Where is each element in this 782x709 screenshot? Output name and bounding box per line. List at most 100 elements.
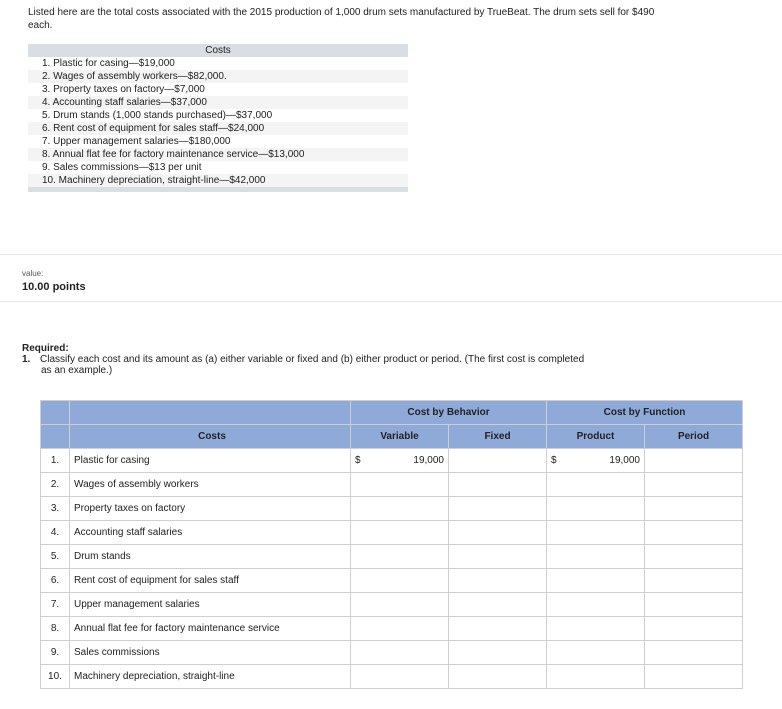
variable-example-cell: $19,000 [350, 448, 449, 473]
classification-table: Cost by Behavior Cost by Function Costs … [40, 400, 743, 689]
table-row: 5. Drum stands [40, 544, 743, 569]
period-input[interactable] [644, 544, 743, 569]
fixed-input[interactable] [448, 592, 547, 617]
intro-text: Listed here are the total costs associat… [28, 7, 655, 31]
row-number: 3. [40, 496, 70, 521]
costs-list: 1. Plastic for casing—$19,000 2. Wages o… [28, 57, 408, 187]
row-cost: Property taxes on factory [69, 496, 351, 521]
row-number: 7. [40, 592, 70, 617]
row-cost: Sales commissions [69, 640, 351, 665]
row-cost: Drum stands [69, 544, 351, 569]
cost-item: 7. Upper management salaries—$180,000 [42, 136, 231, 147]
table-row: 6. Rent cost of equipment for sales staf… [40, 568, 743, 593]
header-costs: Costs [69, 424, 351, 449]
variable-input[interactable] [350, 592, 449, 617]
product-input[interactable] [546, 592, 645, 617]
cost-item: 9. Sales commissions—$13 per unit [42, 162, 202, 173]
period-input[interactable] [644, 592, 743, 617]
period-input[interactable] [644, 568, 743, 593]
table-row: 4. Accounting staff salaries [40, 520, 743, 545]
product-input[interactable] [546, 520, 645, 545]
costs-box: Costs 1. Plastic for casing—$19,000 2. W… [28, 44, 408, 192]
row-number: 9. [40, 640, 70, 665]
period-cell [644, 448, 743, 473]
fixed-input[interactable] [448, 544, 547, 569]
row-cost: Upper management salaries [69, 592, 351, 617]
instruction-line-1: Classify each cost and its amount as (a)… [40, 354, 585, 365]
product-input[interactable] [546, 640, 645, 665]
cost-item: 5. Drum stands (1,000 stands purchased)—… [42, 110, 273, 121]
required-heading: Required: [22, 343, 69, 354]
header-fixed: Fixed [448, 424, 547, 449]
product-input[interactable] [546, 472, 645, 497]
header-cost-by-behavior: Cost by Behavior [350, 400, 547, 425]
row-cost: Accounting staff salaries [69, 520, 351, 545]
fixed-input[interactable] [448, 616, 547, 641]
variable-input[interactable] [350, 664, 449, 689]
row-number: 10. [40, 664, 70, 689]
variable-input[interactable] [350, 640, 449, 665]
period-input[interactable] [644, 496, 743, 521]
currency-symbol: $ [355, 455, 361, 466]
costs-box-footer [28, 187, 408, 192]
problem-statement: Listed here are the total costs associat… [0, 0, 782, 254]
header-product: Product [546, 424, 645, 449]
fixed-input[interactable] [448, 640, 547, 665]
fixed-input[interactable] [448, 664, 547, 689]
row-cost: Wages of assembly workers [69, 472, 351, 497]
cost-item: 4. Accounting staff salaries—$37,000 [28, 96, 408, 109]
header-cost-by-function: Cost by Function [546, 400, 743, 425]
product-example-value: 19,000 [609, 455, 640, 466]
table-row: 9. Sales commissions [40, 640, 743, 665]
header-blank [40, 400, 70, 425]
product-example-cell: $19,000 [546, 448, 645, 473]
value-panel: value: 10.00 points [0, 254, 782, 302]
header-blank-2 [40, 424, 70, 449]
product-input[interactable] [546, 664, 645, 689]
fixed-input[interactable] [448, 472, 547, 497]
variable-input[interactable] [350, 496, 449, 521]
cost-item: 10. Machinery depreciation, straight-lin… [28, 174, 408, 187]
variable-input[interactable] [350, 544, 449, 569]
fixed-cell [448, 448, 547, 473]
fixed-input[interactable] [448, 520, 547, 545]
row-cost: Rent cost of equipment for sales staff [69, 568, 351, 593]
cost-item: 2. Wages of assembly workers—$82,000. [28, 70, 408, 83]
costs-box-header: Costs [28, 44, 408, 57]
cost-item: 6. Rent cost of equipment for sales staf… [28, 122, 408, 135]
required-instruction: 1. Classify each cost and its amount as (… [22, 354, 682, 376]
table-row: 2. Wages of assembly workers [40, 472, 743, 497]
period-input[interactable] [644, 616, 743, 641]
instruction-line-2: as an example.) [41, 365, 113, 376]
currency-symbol: $ [551, 455, 557, 466]
fixed-input[interactable] [448, 568, 547, 593]
cost-item: 3. Property taxes on factory—$7,000 [42, 84, 205, 95]
period-input[interactable] [644, 640, 743, 665]
table-row: 8. Annual flat fee for factory maintenan… [40, 616, 743, 641]
fixed-input[interactable] [448, 496, 547, 521]
table-row: 3. Property taxes on factory [40, 496, 743, 521]
table-row: 7. Upper management salaries [40, 592, 743, 617]
row-number: 1. [40, 448, 70, 473]
product-input[interactable] [546, 616, 645, 641]
variable-input[interactable] [350, 520, 449, 545]
row-number: 5. [40, 544, 70, 569]
variable-input[interactable] [350, 568, 449, 593]
period-input[interactable] [644, 472, 743, 497]
period-input[interactable] [644, 664, 743, 689]
row-number: 6. [40, 568, 70, 593]
row-number: 2. [40, 472, 70, 497]
period-input[interactable] [644, 520, 743, 545]
row-cost: Plastic for casing [69, 448, 351, 473]
header-blank-costs [69, 400, 351, 425]
variable-input[interactable] [350, 472, 449, 497]
row-cost: Annual flat fee for factory maintenance … [69, 616, 351, 641]
row-number: 4. [40, 520, 70, 545]
variable-example-value: 19,000 [413, 455, 444, 466]
product-input[interactable] [546, 496, 645, 521]
product-input[interactable] [546, 568, 645, 593]
row-cost: Machinery depreciation, straight-line [69, 664, 351, 689]
variable-input[interactable] [350, 616, 449, 641]
cost-item: 1. Plastic for casing—$19,000 [42, 58, 175, 69]
product-input[interactable] [546, 544, 645, 569]
